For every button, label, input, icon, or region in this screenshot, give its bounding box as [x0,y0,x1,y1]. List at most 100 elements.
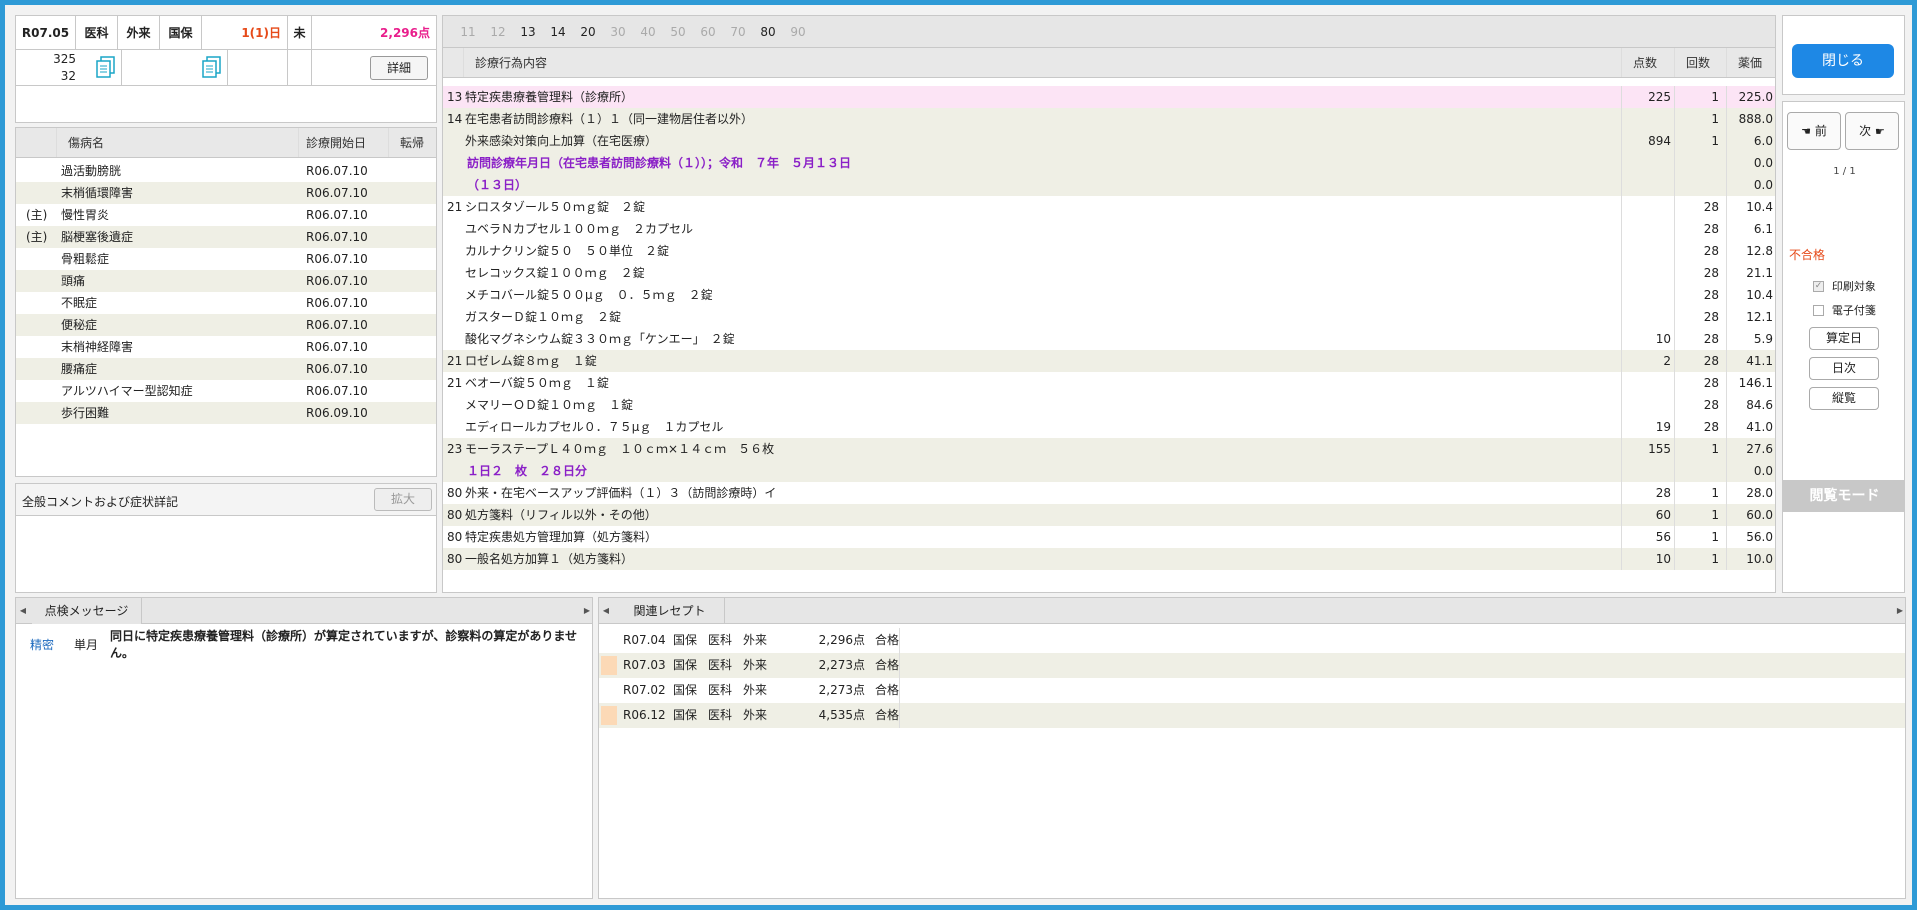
daily-button[interactable]: 日次 [1809,357,1879,380]
related-points: 4,535点 [818,708,865,722]
column-divider [1726,350,1727,372]
scroll-right-icon[interactable]: ▶ [1893,598,1905,624]
tab-20[interactable]: 20 [575,16,601,48]
detail-button[interactable]: 詳細 [370,56,428,80]
summary-points: 2,296点 [380,26,430,40]
scroll-right-icon[interactable]: ▶ [580,598,592,624]
treatment-row[interactable]: エディロールカプセル０．７５μｇ １カプセル 19 28 41.0 [443,416,1775,438]
disease-row[interactable]: (主) 脳梗塞後遺症 R06.07.10 [16,226,436,248]
disease-row[interactable]: 末梢神経障害 R06.07.10 [16,336,436,358]
treatment-row[interactable]: 23 モーラステープＬ４０ｍｇ １０ｃｍ×１４ｃｍ ５６枚 155 1 27.6 [443,438,1775,460]
column-divider [1621,526,1622,548]
document-icon[interactable] [96,56,116,78]
next-button[interactable]: 次 ☛ [1845,112,1899,150]
treatment-text: 在宅患者訪問診療料（１）１（同一建物居住者以外） [465,112,754,126]
column-divider [1621,284,1622,306]
comment-textarea[interactable] [16,516,436,592]
column-divider [1621,438,1622,460]
column-divider [1674,152,1675,174]
check-message[interactable]: 精密 単月 同日に特定疾患療養管理料（診療所）が算定されていますが、診察料の算定があ… [16,626,592,666]
treatment-row[interactable]: ガスターＤ錠１０ｍｇ ２錠 28 12.1 [443,306,1775,328]
tab-90[interactable]: 90 [785,16,811,48]
disease-row[interactable]: 便秘症 R06.07.10 [16,314,436,336]
tab-50[interactable]: 50 [665,16,691,48]
column-divider [1621,86,1622,108]
column-divider [1621,504,1622,526]
tab-30[interactable]: 30 [605,16,631,48]
column-divider [1674,526,1675,548]
tab-80[interactable]: 80 [755,16,781,48]
treatment-row[interactable]: 21 ロゼレム錠８ｍｇ １錠 2 28 41.1 [443,350,1775,372]
treatment-row[interactable]: カルナクリン錠５０ ５０単位 ２錠 28 12.8 [443,240,1775,262]
treatment-row[interactable]: （１３日） 0.0 [443,174,1775,196]
related-row[interactable]: R07.03 国保 医科 外来 2,273点 合格 [599,653,1905,678]
related-row[interactable]: R07.02 国保 医科 外来 2,273点 合格 [599,678,1905,703]
treatment-points: 10 [1655,332,1671,346]
disease-row[interactable]: 過活動膀胱 R06.07.10 [16,160,436,182]
treatment-row[interactable]: セレコックス錠１００ｍｇ ２錠 28 21.1 [443,262,1775,284]
treatment-row[interactable]: 13 特定疾患療養管理料（診療所） 225 1 225.0 [443,86,1775,108]
treatment-price: 0.0 [1753,464,1773,478]
column-divider [1674,306,1675,328]
treatment-row[interactable]: メチコバール錠５００μｇ ０．５ｍｇ ２錠 28 10.4 [443,284,1775,306]
tab-60[interactable]: 60 [695,16,721,48]
prev-button[interactable]: ☚ 前 [1787,112,1841,150]
treatment-row[interactable]: メマリーＯＤ錠１０ｍｇ １錠 28 84.6 [443,394,1775,416]
related-result: 合格 [875,683,900,697]
treatment-row[interactable]: 80 外来・在宅ベースアップ評価料（１）３（訪問診療時）イ 28 1 28.0 [443,482,1775,504]
vertical-button[interactable]: 縦覧 [1809,387,1879,410]
treatment-row[interactable]: 80 一般名処方加算１（処方箋料） 10 1 10.0 [443,548,1775,570]
treatment-row[interactable]: 80 処方箋料（リフィル以外・その他） 60 1 60.0 [443,504,1775,526]
treatment-row[interactable]: 21 シロスタゾール５０ｍｇ錠 ２錠 28 10.4 [443,196,1775,218]
treatment-row[interactable]: 21 ベオーバ錠５０ｍｇ １錠 28 146.1 [443,372,1775,394]
column-divider [1621,152,1622,174]
e-attach-checkbox[interactable]: 電子付箋 [1813,302,1876,318]
print-target-checkbox[interactable]: ✓ 印刷対象 [1813,278,1876,294]
disease-row[interactable]: 腰痛症 R06.07.10 [16,358,436,380]
calc-day-button[interactable]: 算定日 [1809,327,1879,350]
treatment-price: 60.0 [1746,508,1773,522]
disease-row[interactable]: 末梢循環障害 R06.07.10 [16,182,436,204]
document-icon[interactable] [202,56,222,78]
related-row[interactable]: R06.12 国保 医科 外来 4,535点 合格 [599,703,1905,728]
scroll-left-icon[interactable]: ◀ [599,598,613,624]
close-button[interactable]: 閉じる [1792,44,1894,78]
tab-12[interactable]: 12 [485,16,511,48]
tab-40[interactable]: 40 [635,16,661,48]
treatment-code: 80 [447,508,463,522]
summary-panel: R07.05 医科 外来 国保 1(1)日 未 2,296点 325 32 詳細 [15,15,437,123]
tab-70[interactable]: 70 [725,16,751,48]
treatment-count: 28 [1703,420,1719,434]
treatment-price: 12.8 [1746,244,1773,258]
related-row[interactable]: R07.04 国保 医科 外来 2,296点 合格 [599,628,1905,653]
disease-row[interactable]: 歩行困難 R06.09.10 [16,402,436,424]
treatment-count: 1 [1711,508,1719,522]
tab-11[interactable]: 11 [455,16,481,48]
disease-date: R06.07.10 [306,252,368,266]
treatment-row[interactable]: １日２ 枚 ２８日分 0.0 [443,460,1775,482]
disease-row[interactable]: 骨粗鬆症 R06.07.10 [16,248,436,270]
disease-row[interactable]: 頭痛 R06.07.10 [16,270,436,292]
treatment-row[interactable]: 外来感染対策向上加算（在宅医療） 894 1 6.0 [443,130,1775,152]
treatment-text: メマリーＯＤ錠１０ｍｇ １錠 [465,398,634,412]
treatment-price: 0.0 [1753,156,1773,170]
treatment-row[interactable]: 14 在宅患者訪問診療料（１）１（同一建物居住者以外） 1 888.0 [443,108,1775,130]
tab-14[interactable]: 14 [545,16,571,48]
disease-row[interactable]: (主) 慢性胃炎 R06.07.10 [16,204,436,226]
related-tab[interactable]: 関連レセプト [615,598,725,624]
disease-row[interactable]: アルツハイマー型認知症 R06.07.10 [16,380,436,402]
main-window: R07.05 医科 外来 国保 1(1)日 未 2,296点 325 32 詳細… [5,5,1912,905]
disease-row[interactable]: 不眠症 R06.07.10 [16,292,436,314]
tab-13[interactable]: 13 [515,16,541,48]
treatment-row[interactable]: 酸化マグネシウム錠３３０ｍｇ「ケンエー」 ２錠 10 28 5.9 [443,328,1775,350]
treatment-row[interactable]: 訪問診療年月日（在宅患者訪問診療料（１））；令和 ７年 ５月１３日 0.0 [443,152,1775,174]
column-divider [1621,262,1622,284]
check-tab[interactable]: 点検メッセージ [32,598,142,624]
expand-button[interactable]: 拡大 [374,488,432,511]
scroll-left-icon[interactable]: ◀ [16,598,30,624]
related-panel: ◀ 関連レセプト ▶ R07.04 国保 医科 外来 2,296点 合格 R07.03 国保医… [598,597,1906,899]
treatment-code: 21 [447,354,463,368]
treatment-row[interactable]: ユベラＮカプセル１００ｍｇ ２カプセル 28 6.1 [443,218,1775,240]
treatment-count: 28 [1703,310,1719,324]
treatment-row[interactable]: 80 特定疾患処方管理加算（処方箋料） 56 1 56.0 [443,526,1775,548]
